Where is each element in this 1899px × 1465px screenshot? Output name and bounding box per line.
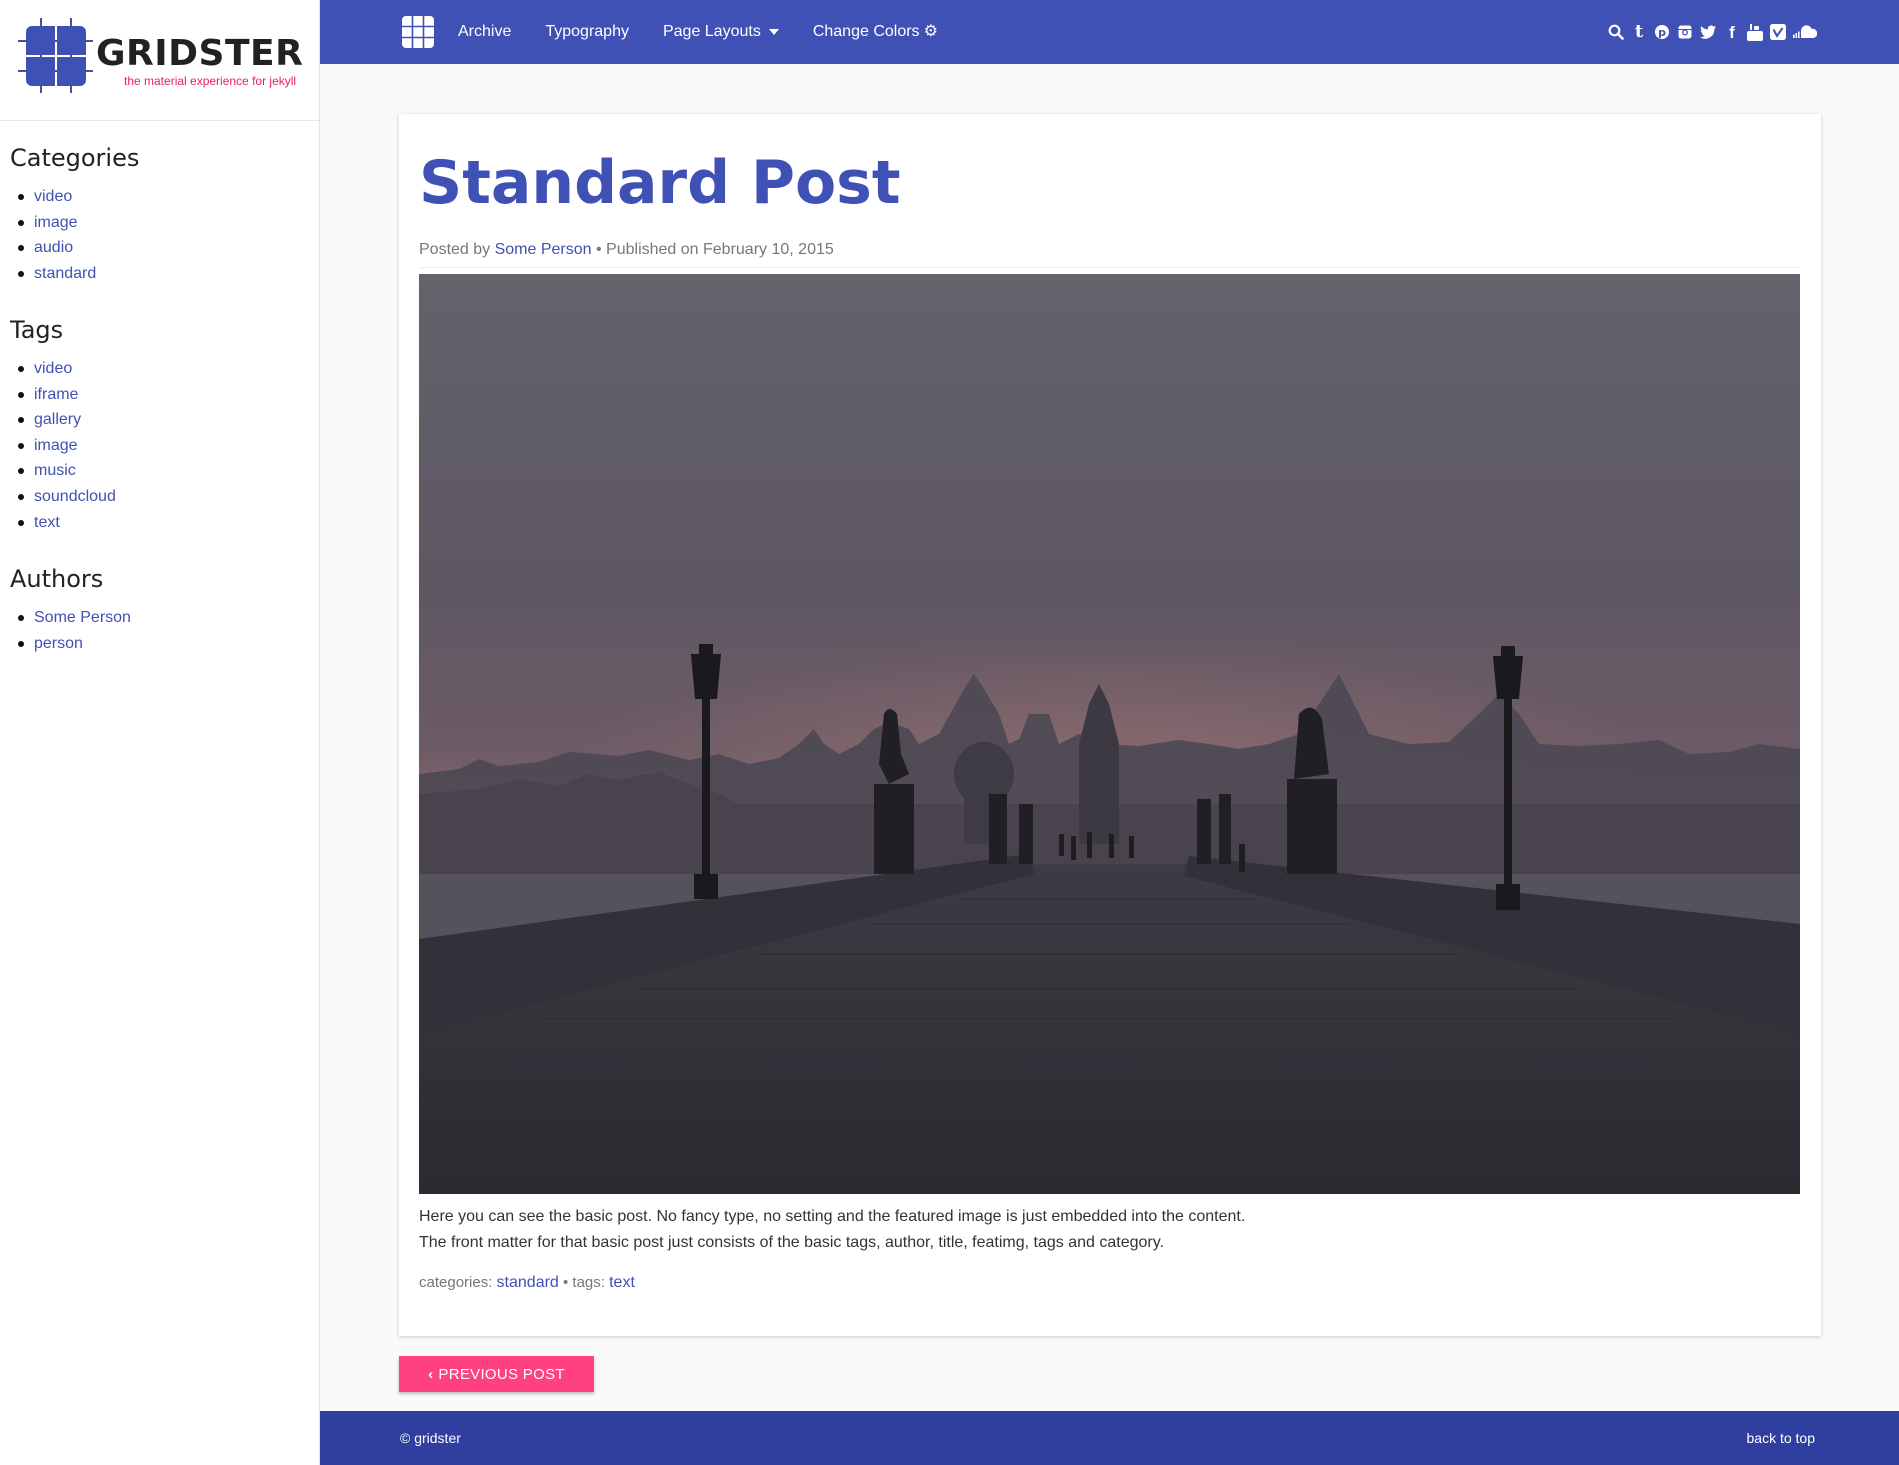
footer-copyright: © gridster	[400, 1430, 461, 1446]
post-body-line-1: Here you can see the basic post. No fanc…	[419, 1208, 1246, 1225]
facebook-icon[interactable]: f	[1724, 23, 1740, 41]
tag-link-iframe[interactable]: iframe	[18, 382, 116, 408]
nav-change-colors-label: Change Colors	[812, 23, 920, 40]
category-link-standard[interactable]: standard	[18, 261, 139, 287]
categories-list: video image audio standard	[10, 184, 139, 286]
categories-label: categories:	[419, 1274, 493, 1291]
post-taxonomy: categories: standard • tags: text	[419, 1274, 635, 1292]
nav-change-colors[interactable]: Change Colors ⚙	[813, 23, 938, 41]
category-link-video[interactable]: video	[18, 184, 139, 210]
tag-link-soundcloud[interactable]: soundcloud	[18, 484, 116, 510]
tag-link-text[interactable]: text	[18, 510, 116, 536]
category-link-audio[interactable]: audio	[18, 235, 139, 261]
tags-heading: Tags	[10, 316, 64, 344]
brand-name: GRIDSTER	[96, 33, 304, 74]
gridster-logo-icon	[18, 18, 93, 93]
soundcloud-icon[interactable]	[1793, 23, 1817, 41]
gear-icon: ⚙	[923, 23, 938, 40]
tag-link-music[interactable]: music	[18, 458, 116, 484]
authors-section: Authors Some Person person	[10, 567, 131, 656]
categories-section: Categories video image audio standard	[10, 146, 139, 286]
sidebar: GRIDSTER the material experience for jek…	[0, 0, 320, 1465]
main-nav: Archive Typography Page Layouts Change C…	[458, 0, 972, 64]
nav-archive[interactable]: Archive	[458, 23, 511, 41]
svg-text:p: p	[1658, 26, 1666, 39]
categories-heading: Categories	[10, 144, 140, 172]
pinterest-icon[interactable]: p	[1654, 23, 1670, 41]
author-link-person[interactable]: person	[18, 631, 131, 657]
posted-by-label: Posted by	[419, 241, 491, 258]
tags-label: • tags:	[562, 1274, 605, 1291]
category-link-image[interactable]: image	[18, 210, 139, 236]
twitter-icon[interactable]	[1700, 23, 1717, 41]
post-body-line-2: The front matter for that basic post jus…	[419, 1234, 1164, 1251]
post-meta: Posted by Some Person • Published on Feb…	[419, 241, 834, 259]
home-grid-icon[interactable]	[400, 14, 436, 50]
authors-heading: Authors	[10, 565, 104, 593]
author-link-some-person[interactable]: Some Person	[18, 605, 131, 631]
previous-post-label: PREVIOUS POST	[438, 1365, 565, 1383]
tag-link-video[interactable]: video	[18, 356, 116, 382]
authors-list: Some Person person	[10, 605, 131, 656]
publish-date: • Published on February 10, 2015	[596, 241, 834, 258]
tumblr-icon[interactable]: t	[1631, 23, 1647, 41]
nav-page-layouts-dropdown[interactable]: Page Layouts	[663, 23, 779, 41]
social-links: t p f	[1608, 0, 1817, 64]
nav-typography-label: Typography	[545, 23, 629, 40]
post-author-link[interactable]: Some Person	[495, 241, 592, 258]
brand-tagline: the material experience for jekyll	[124, 74, 297, 88]
tags-list: video iframe gallery image music soundcl…	[10, 356, 116, 535]
tag-link-gallery[interactable]: gallery	[18, 407, 116, 433]
chevron-left-icon: ‹	[428, 1365, 434, 1383]
tag-link-image[interactable]: image	[18, 433, 116, 459]
nav-typography[interactable]: Typography	[545, 23, 629, 41]
tags-section: Tags video iframe gallery image music so…	[10, 318, 116, 535]
post-tag-link[interactable]: text	[609, 1274, 635, 1291]
back-to-top-link[interactable]: back to top	[1747, 1430, 1816, 1446]
youtube-icon[interactable]	[1747, 23, 1763, 41]
search-icon[interactable]	[1608, 23, 1624, 41]
brand[interactable]: GRIDSTER the material experience for jek…	[0, 0, 319, 121]
previous-post-button[interactable]: ‹ PREVIOUS POST	[399, 1356, 594, 1392]
post-title: Standard Post	[419, 148, 901, 218]
nav-page-layouts-label: Page Layouts	[662, 23, 761, 40]
caret-down-icon	[768, 29, 779, 35]
featured-image	[419, 274, 1800, 1194]
post-card: Standard Post Posted by Some Person • Pu…	[399, 114, 1821, 1336]
post-body: Here you can see the basic post. No fanc…	[419, 1204, 1245, 1256]
post-category-link[interactable]: standard	[497, 1274, 559, 1291]
instagram-icon[interactable]	[1677, 23, 1693, 41]
footer: © gridster back to top	[320, 1411, 1899, 1465]
nav-archive-label: Archive	[458, 23, 512, 40]
top-navbar: Archive Typography Page Layouts Change C…	[320, 0, 1899, 64]
vimeo-icon[interactable]	[1770, 23, 1786, 41]
meta-divider	[419, 267, 1800, 268]
